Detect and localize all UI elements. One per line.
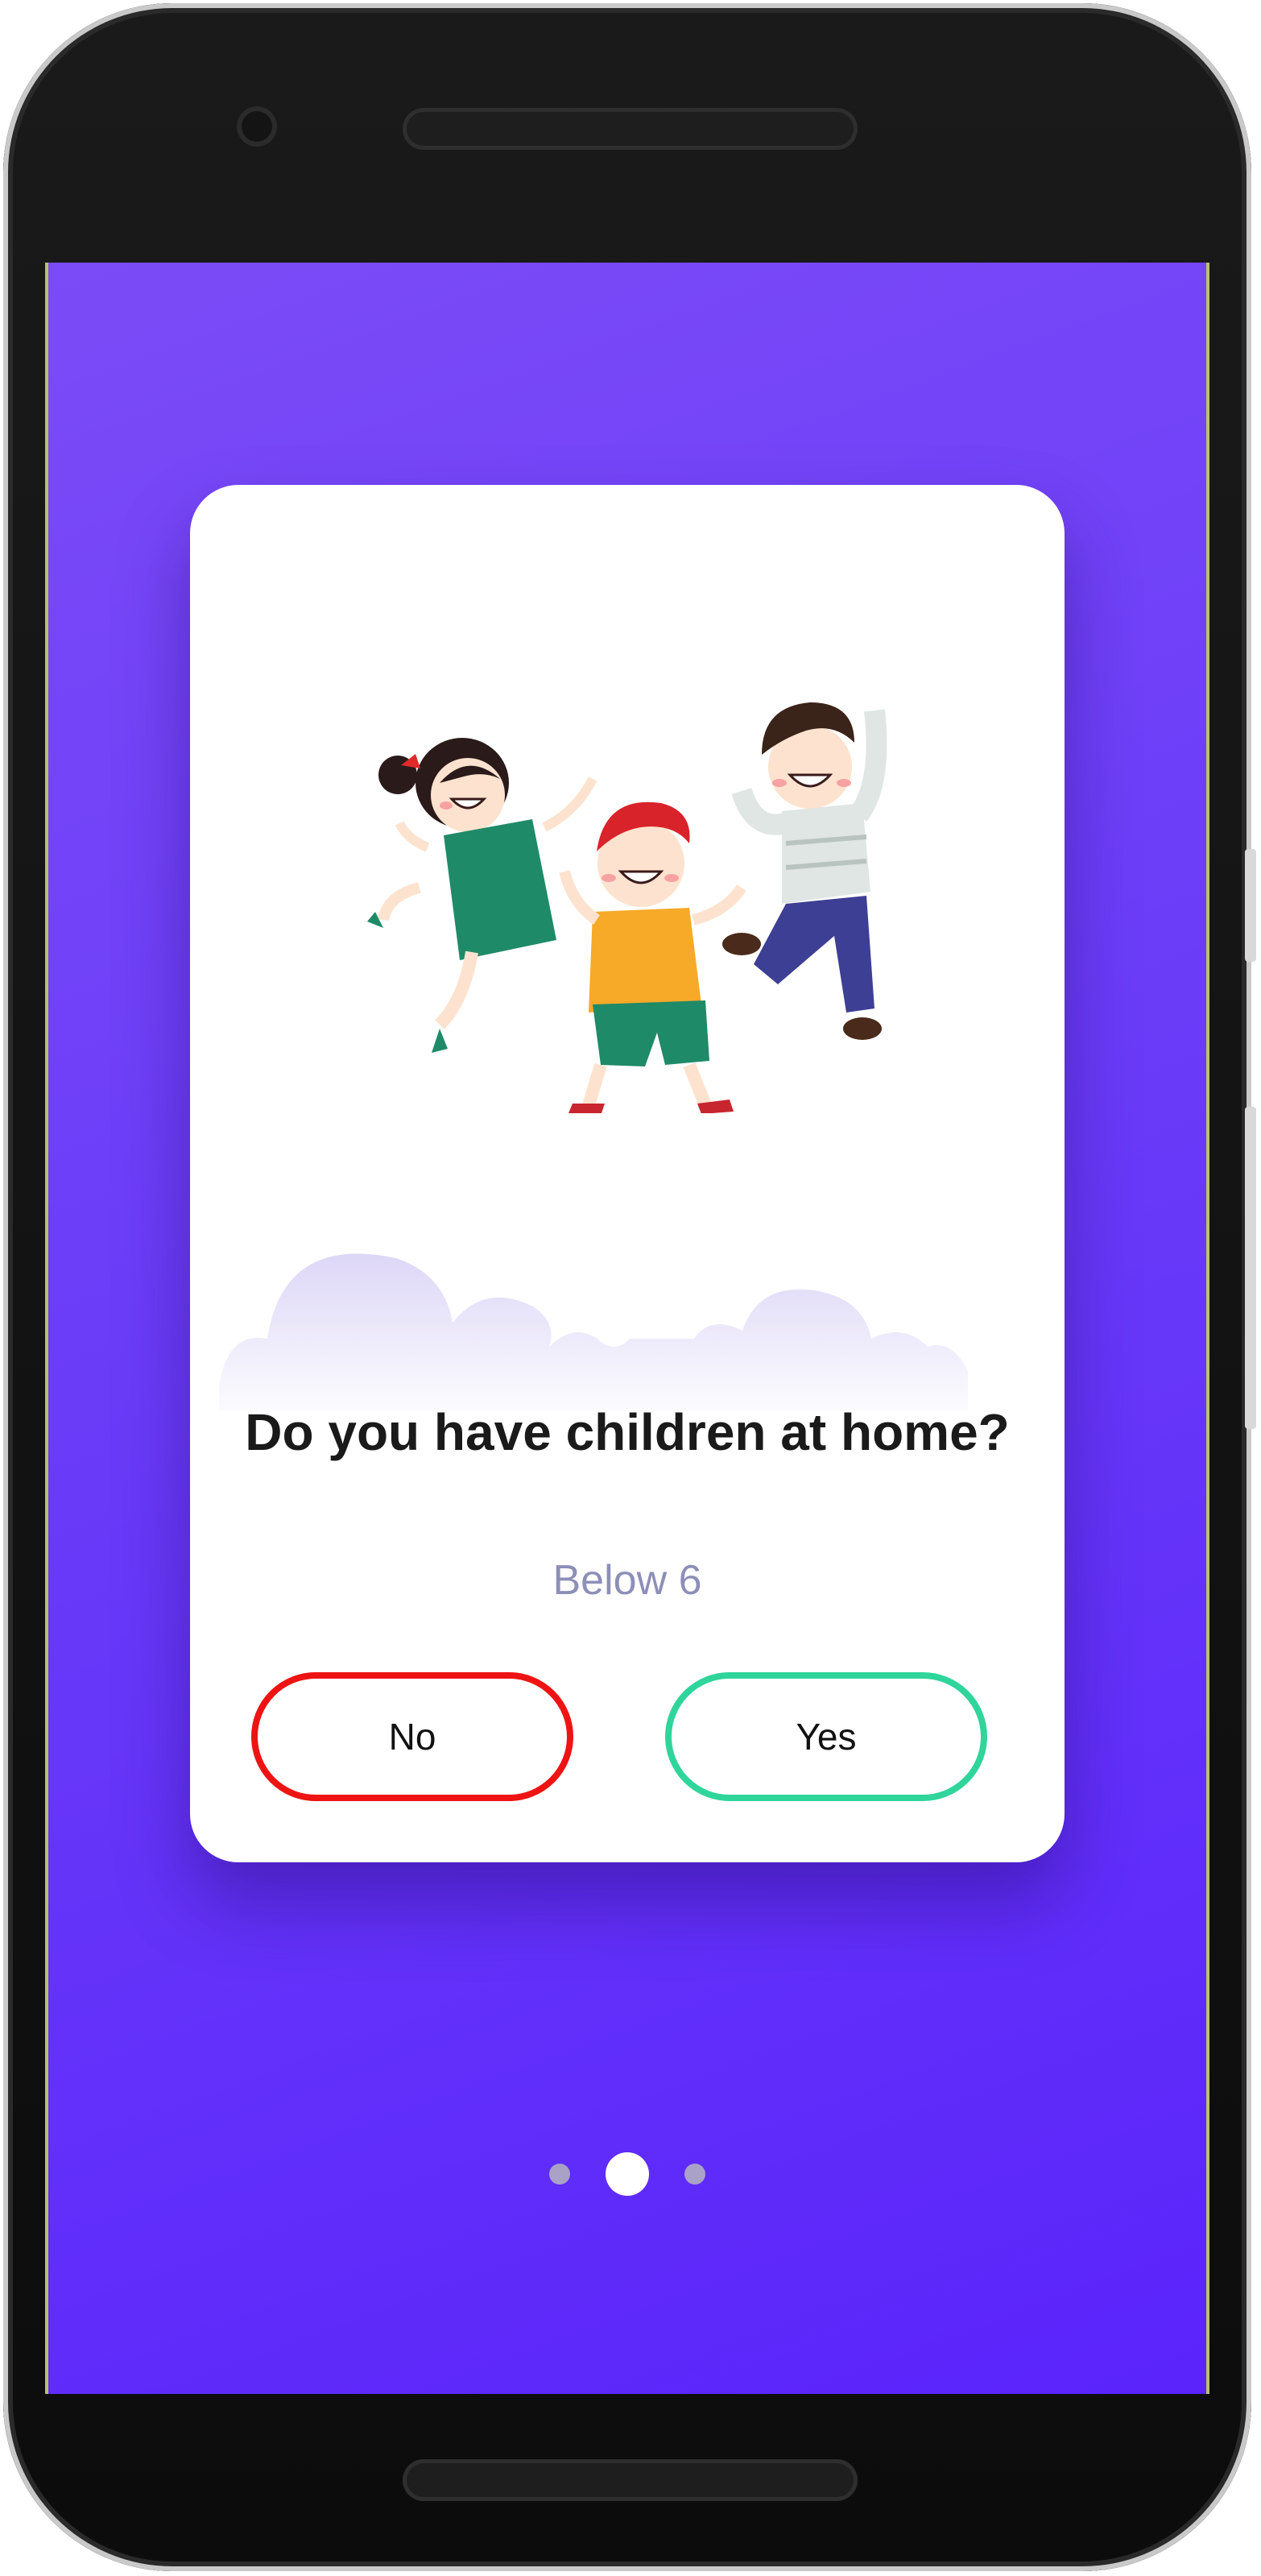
no-button-label: No: [388, 1716, 436, 1758]
yes-button[interactable]: Yes: [665, 1672, 987, 1801]
page-dot-2-active[interactable]: [606, 2152, 649, 2196]
yes-button-label: Yes: [796, 1716, 857, 1758]
power-button: [1245, 849, 1256, 962]
bottom-speaker: [403, 2459, 858, 2501]
front-camera: [237, 106, 277, 147]
page-dot-1[interactable]: [549, 2164, 570, 2185]
question-title: Do you have children at home?: [245, 1403, 1010, 1461]
girl-figure: [367, 738, 597, 1053]
no-button[interactable]: No: [251, 1672, 573, 1801]
volume-button: [1245, 1107, 1256, 1429]
pagination-dots: [0, 2149, 1261, 2197]
top-speaker: [403, 108, 858, 150]
right-boy-figure: [722, 702, 887, 1040]
page-dot-3[interactable]: [684, 2164, 705, 2185]
question-subtitle: Below 6: [552, 1557, 702, 1604]
middle-boy-figure: [559, 801, 746, 1113]
cloud-icon: [219, 1253, 968, 1411]
question-card: Do you have children at home? Below 6 No…: [190, 485, 1065, 1862]
children-illustration-icon: [367, 702, 887, 1113]
